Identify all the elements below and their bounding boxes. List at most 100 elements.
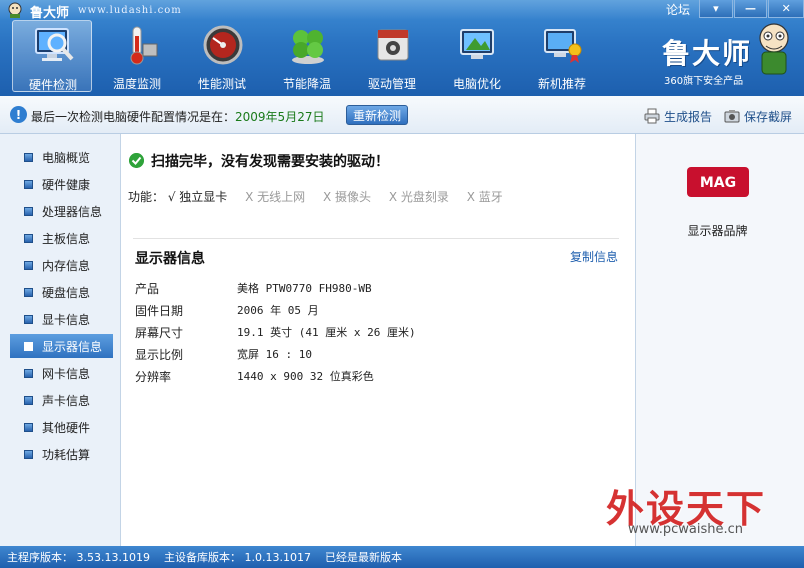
forum-link[interactable]: 论坛 <box>666 1 690 18</box>
sidebar-item-label: 硬盘信息 <box>42 285 91 300</box>
info-value: 19.1 英寸 (41 厘米 x 26 厘米) <box>237 326 416 339</box>
app-logo-icon <box>8 2 22 18</box>
feature-wifi: X 无线上网 <box>245 190 306 204</box>
app-title: 鲁大师 <box>30 6 70 21</box>
sidebar: 电脑概览 硬件健康 处理器信息 主板信息 内存信息 硬盘信息 显卡信息 显示器信… <box>0 134 121 546</box>
nav-item-hardware-scan[interactable]: 硬件检测 <box>12 20 92 92</box>
main-content: 扫描完毕，没有发现需要安装的驱动！ 功能： √ 独立显卡 X 无线上网 X 摄像… <box>121 134 635 546</box>
sidebar-item-motherboard[interactable]: 主板信息 <box>10 226 113 250</box>
square-bullet-icon <box>24 368 33 378</box>
status-bar: 主程序版本： 3.53.13.1019 主设备库版本： 1.0.13.1017 … <box>0 546 804 568</box>
section-title: 显示器信息 <box>135 251 205 267</box>
nav-item-power-saving[interactable]: 节能降温 <box>267 20 347 92</box>
save-screenshot-button[interactable]: 保存截屏 <box>724 107 792 125</box>
sidebar-item-label: 功耗估算 <box>42 447 91 462</box>
square-bullet-icon <box>24 260 33 270</box>
db-version-text: 主设备库版本： 1.0.13.1017 <box>163 551 311 564</box>
sidebar-item-disk[interactable]: 硬盘信息 <box>10 280 113 304</box>
info-value: 宽屏 16 : 10 <box>237 348 312 361</box>
info-icon: ! <box>10 106 27 123</box>
section-divider <box>133 238 619 239</box>
generate-report-label: 生成报告 <box>664 109 713 124</box>
sidebar-item-label: 内存信息 <box>42 258 91 273</box>
square-bullet-icon <box>24 206 33 216</box>
minimize-icon: — <box>745 2 756 15</box>
feature-camera: X 摄像头 <box>323 190 372 204</box>
sidebar-item-label: 电脑概览 <box>42 150 91 165</box>
main-nav: 硬件检测 温度监测 性能测试 节能降温 驱动管理 电脑优化 新机推荐 <box>12 20 607 92</box>
mag-logo-text: MAG <box>700 175 736 191</box>
sidebar-item-graphics[interactable]: 显卡信息 <box>10 307 113 331</box>
generate-report-button[interactable]: 生成报告 <box>644 107 712 125</box>
nav-label: 硬件检测 <box>28 78 77 92</box>
close-button[interactable]: ✕ <box>768 0 804 18</box>
hardware-scan-icon <box>35 28 74 61</box>
sidebar-item-label: 主板信息 <box>42 231 91 246</box>
brand-block: 鲁大师 360旗下安全产品 <box>656 23 796 88</box>
speedometer-icon <box>203 25 243 65</box>
info-key: 固件日期 <box>135 304 184 318</box>
window-controls: ▾ — ✕ <box>698 0 804 18</box>
brand-caption: 显示器品牌 <box>687 224 748 238</box>
nav-item-temperature[interactable]: 温度监测 <box>97 20 177 92</box>
watermark: 外设天下 www.pcwaishe.cn <box>606 478 786 540</box>
sidebar-item-sound[interactable]: 声卡信息 <box>10 388 113 412</box>
copy-info-link[interactable]: 复制信息 <box>570 248 618 265</box>
info-value: 美格 PTW0770 FH980-WB <box>237 282 372 295</box>
sidebar-item-cpu[interactable]: 处理器信息 <box>10 199 113 223</box>
rescan-button[interactable]: 重新检测 <box>346 105 408 125</box>
menu-dropdown-button[interactable]: ▾ <box>699 0 733 18</box>
info-bar: ! 最后一次检测电脑硬件配置情况是在：2009年5月27日 重新检测 生成报告 … <box>0 96 804 134</box>
sidebar-item-overview[interactable]: 电脑概览 <box>10 145 113 169</box>
sidebar-item-other[interactable]: 其他硬件 <box>10 415 113 439</box>
nav-item-new-pc[interactable]: 新机推荐 <box>522 20 602 92</box>
thermometer-icon <box>130 26 158 65</box>
last-scan-prefix: 最后一次检测电脑硬件配置情况是在： <box>31 110 236 124</box>
mascot-icon <box>759 23 789 75</box>
save-screenshot-label: 保存截屏 <box>744 109 793 124</box>
camera-icon <box>724 110 740 123</box>
driver-box-icon <box>377 29 409 61</box>
sidebar-item-power[interactable]: 功耗估算 <box>10 442 113 466</box>
watermark-url: www.pcwaishe.cn <box>628 522 743 537</box>
app-url: www.ludashi.com <box>78 5 182 16</box>
title-toolbar: 鲁大师 www.ludashi.com 论坛 ▾ — ✕ 硬件检测 温度监测 性… <box>0 0 804 96</box>
square-bullet-icon <box>24 314 33 324</box>
nav-label: 驱动管理 <box>367 77 416 91</box>
square-bullet-icon <box>24 287 33 297</box>
square-bullet-icon <box>24 449 33 459</box>
sidebar-item-health[interactable]: 硬件健康 <box>10 172 113 196</box>
info-key: 产品 <box>135 282 160 296</box>
nav-item-driver-management[interactable]: 驱动管理 <box>352 20 432 92</box>
nav-item-optimize[interactable]: 电脑优化 <box>437 20 517 92</box>
sidebar-item-label: 硬件健康 <box>42 177 91 192</box>
square-bullet-icon <box>24 179 33 189</box>
nav-item-performance[interactable]: 性能测试 <box>182 20 262 92</box>
feature-burner: X 光盘刻录 <box>388 190 449 204</box>
sidebar-item-memory[interactable]: 内存信息 <box>10 253 113 277</box>
square-bullet-icon <box>24 395 33 405</box>
sidebar-item-monitor[interactable]: 显示器信息 <box>10 334 113 358</box>
main-version-text: 主程序版本： 3.53.13.1019 <box>7 551 150 564</box>
brand-name: 鲁大师 <box>662 37 753 70</box>
info-key: 显示比例 <box>135 348 184 362</box>
nav-label: 节能降温 <box>282 77 331 91</box>
clover-icon <box>292 30 324 64</box>
square-bullet-icon <box>24 152 33 162</box>
features-label: 功能： <box>128 190 165 204</box>
feature-discrete-gpu: √ 独立显卡 <box>167 190 228 204</box>
nav-label: 电脑优化 <box>452 77 501 91</box>
sidebar-item-label: 处理器信息 <box>42 204 103 219</box>
chevron-down-icon: ▾ <box>713 2 719 15</box>
sidebar-item-network[interactable]: 网卡信息 <box>10 361 113 385</box>
square-bullet-icon <box>24 422 33 432</box>
sidebar-item-label: 网卡信息 <box>42 366 91 381</box>
minimize-button[interactable]: — <box>733 0 768 18</box>
square-bullet-icon <box>24 341 33 351</box>
update-status-text: 已经是最新版本 <box>324 551 402 564</box>
sidebar-item-label: 声卡信息 <box>42 393 91 408</box>
nav-label: 温度监测 <box>112 77 161 91</box>
info-value: 1440 x 900 32 位真彩色 <box>237 370 374 383</box>
nav-label: 新机推荐 <box>537 77 586 91</box>
brand-subtitle: 360旗下安全产品 <box>664 76 744 87</box>
